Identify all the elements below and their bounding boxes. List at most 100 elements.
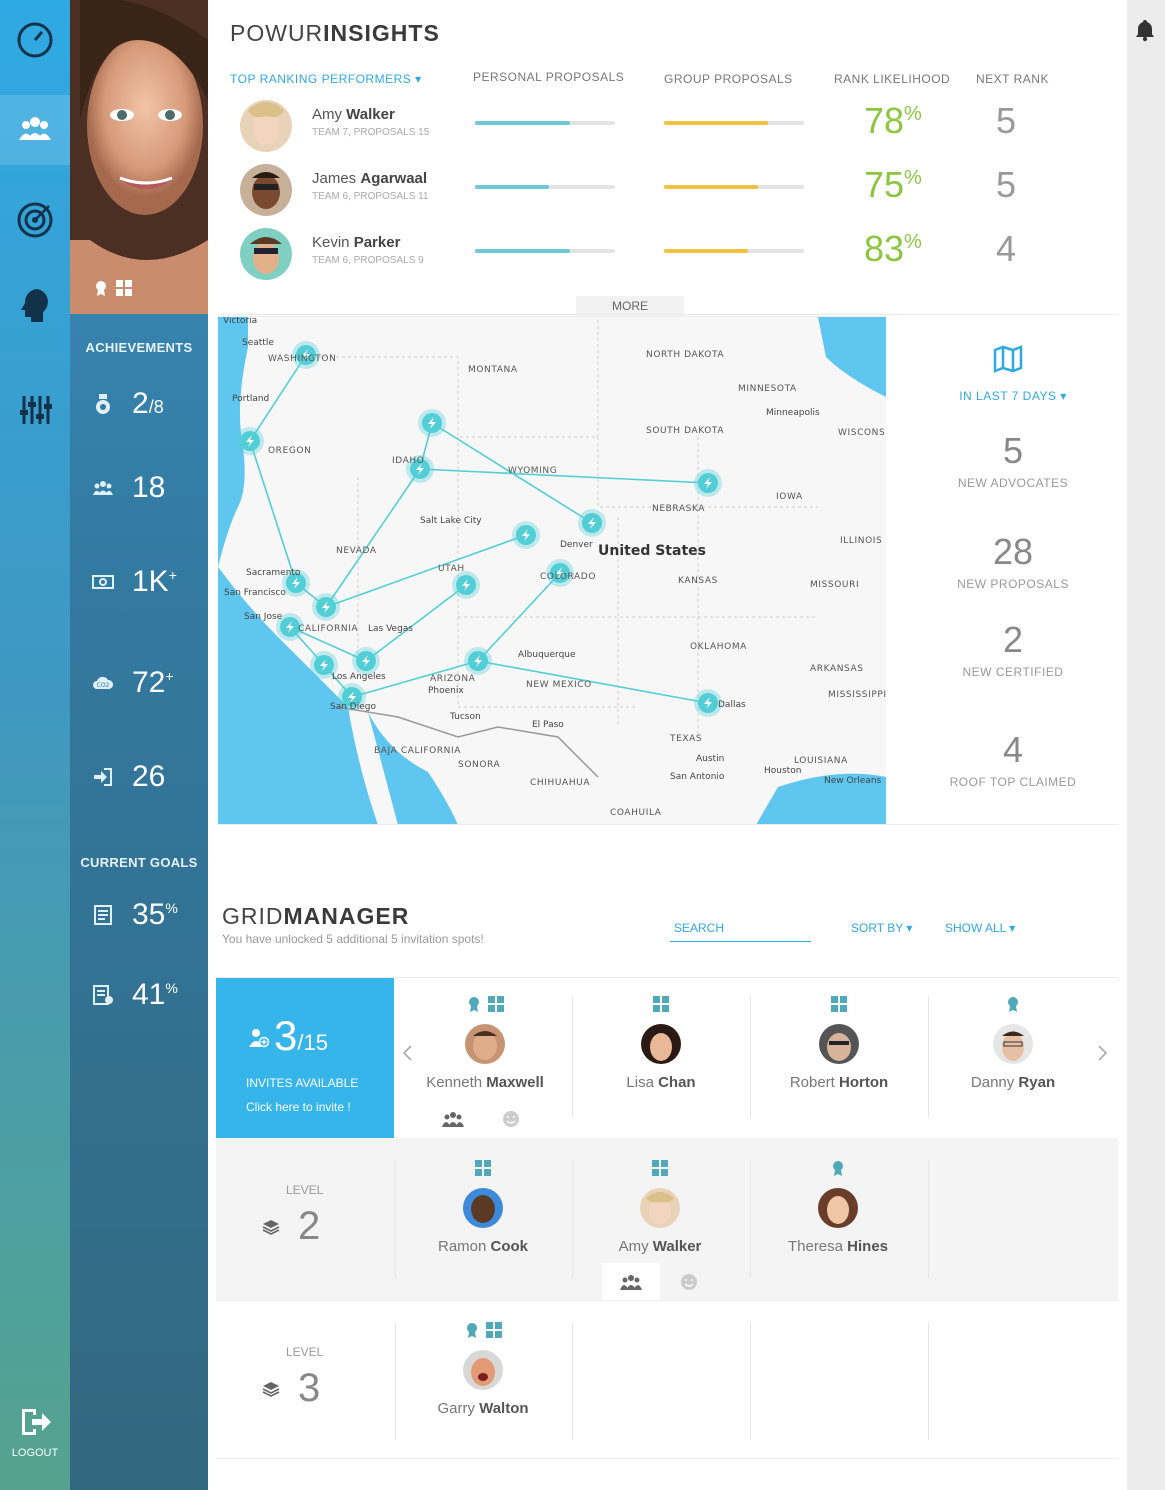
- team-nav[interactable]: [0, 95, 70, 165]
- achievement-money: 1K+: [90, 562, 208, 602]
- stats-panel: IN LAST 7 DAYS ▾ 5 NEW ADVOCATES 28 NEW …: [908, 316, 1118, 824]
- member-card[interactable]: Lisa Chan: [573, 996, 749, 1091]
- invite-link[interactable]: Click here to invite !: [246, 1100, 351, 1114]
- member-name: Garry Walton: [437, 1400, 529, 1417]
- map-node-bolt-icon[interactable]: [312, 593, 340, 621]
- show-all-dropdown[interactable]: SHOW ALL ▾: [945, 921, 1015, 935]
- award-icon: [833, 1161, 843, 1176]
- map-node-bolt-icon[interactable]: [464, 647, 492, 675]
- achievement-team: 18: [90, 468, 208, 508]
- member-card[interactable]: Robert Horton: [751, 996, 927, 1091]
- map-label: Victoria: [223, 317, 257, 326]
- member-name: Theresa Hines: [787, 1238, 889, 1255]
- invites-available-label: INVITES AVAILABLE: [246, 1076, 359, 1090]
- member-card[interactable]: Theresa Hines: [750, 1160, 926, 1255]
- sliders-icon: [20, 396, 52, 424]
- map-label: LOUISIANA: [794, 756, 848, 766]
- target-icon: [17, 202, 53, 238]
- achievement-money-value: 1K: [132, 565, 169, 598]
- team-icon: [442, 1112, 464, 1127]
- map-label: Salt Lake City: [420, 516, 482, 526]
- layers-icon: [262, 1220, 280, 1235]
- member-card[interactable]: Danny Ryan: [925, 996, 1101, 1091]
- head-icon: [21, 289, 48, 322]
- member-card[interactable]: Garry Walton: [395, 1322, 571, 1417]
- team-tab[interactable]: [602, 1263, 660, 1301]
- icon-rail: LOGOUT: [0, 0, 70, 1490]
- settings-nav[interactable]: [0, 375, 70, 445]
- performer-row[interactable]: Amy Walker TEAM 7, PROPOSALS 15 78% 5: [238, 100, 1098, 160]
- member-card[interactable]: Amy Walker: [572, 1160, 748, 1255]
- map-label: Austin: [696, 754, 724, 764]
- grid-icon: [486, 1322, 502, 1338]
- map-node-bolt-icon[interactable]: [418, 409, 446, 437]
- level3-block: LEVEL 3: [216, 1300, 394, 1460]
- member-name: Robert Horton: [789, 1074, 889, 1091]
- member-card[interactable]: Ramon Cook: [395, 1160, 571, 1255]
- sort-by-dropdown[interactable]: SORT BY ▾: [851, 921, 912, 935]
- avatar: [641, 1024, 681, 1064]
- achievement-co2-value: 72: [132, 666, 166, 699]
- map-node-bolt-icon[interactable]: [578, 509, 606, 537]
- logout-button[interactable]: LOGOUT: [0, 1405, 70, 1459]
- profile-photo[interactable]: [70, 0, 208, 314]
- avatar: [818, 1188, 858, 1228]
- advocate-map[interactable]: Victoria Seattle WASHINGTON MONTANA NORTH DA…: [218, 316, 886, 824]
- team-tab[interactable]: [424, 1100, 482, 1138]
- search-input[interactable]: SEARCH: [670, 920, 811, 942]
- group-proposals-bar: [664, 249, 804, 253]
- achievement-team-value: 18: [132, 471, 166, 504]
- col-rank-likelihood: RANK LIKELIHOOD: [834, 72, 951, 86]
- stat-value: 5: [1002, 430, 1024, 471]
- map-label: KANSAS: [678, 576, 718, 586]
- member-name: Amy Walker: [618, 1238, 702, 1255]
- stat-value: 4: [1002, 729, 1024, 770]
- invite-card[interactable]: 3/15 INVITES AVAILABLE Click here to inv…: [216, 978, 394, 1138]
- map-label: Phoenix: [428, 686, 464, 696]
- map-node-bolt-icon[interactable]: [512, 521, 540, 549]
- period-dropdown[interactable]: IN LAST 7 DAYS ▾: [908, 389, 1118, 403]
- map-node-bolt-icon[interactable]: [452, 571, 480, 599]
- performers-filter-dropdown[interactable]: TOP RANKING PERFORMERS ▾: [230, 72, 422, 86]
- document-icon: [94, 905, 112, 925]
- bell-icon[interactable]: [1133, 18, 1157, 42]
- map-label: Los Angeles: [332, 672, 386, 682]
- group-proposals-bar: [664, 185, 804, 189]
- avatar: [993, 1024, 1033, 1064]
- level-label: LEVEL: [286, 1183, 324, 1197]
- level1-tabs: [424, 1100, 540, 1138]
- map-node-bolt-icon[interactable]: [236, 427, 264, 455]
- avatar: [240, 100, 292, 152]
- map-label: UTAH: [438, 564, 465, 574]
- grid-icon: [116, 280, 132, 296]
- map-label: TEXAS: [669, 734, 702, 744]
- rank-likelihood-value: 75%: [864, 164, 922, 205]
- more-button[interactable]: MORE: [576, 296, 684, 316]
- member-card[interactable]: Kenneth Maxwell: [397, 996, 573, 1091]
- achievement-co2: CO2 72+: [90, 663, 208, 703]
- map-node-bolt-icon[interactable]: [694, 469, 722, 497]
- smiley-tab[interactable]: [660, 1263, 718, 1301]
- right-scrollbar[interactable]: [1127, 0, 1165, 1490]
- map-label: New Orleans: [824, 776, 882, 786]
- map-label: Dallas: [718, 700, 746, 710]
- map-label: ARIZONA: [430, 674, 476, 684]
- goals-nav[interactable]: [0, 185, 70, 255]
- map-label: Denver: [560, 540, 593, 550]
- stat-label: NEW PROPOSALS: [957, 577, 1069, 591]
- smiley-tab[interactable]: [482, 1100, 540, 1138]
- grid-icon: [488, 996, 504, 1012]
- performer-row[interactable]: Kevin Parker TEAM 6, PROPOSALS 9 83% 4: [238, 228, 1098, 288]
- performer-row[interactable]: James Agarwaal TEAM 6, PROPOSALS 11 75% …: [238, 164, 1098, 224]
- training-nav[interactable]: [0, 270, 70, 340]
- level2-block: LEVEL 2: [216, 1138, 394, 1300]
- map-node-bolt-icon[interactable]: [352, 647, 380, 675]
- speedometer-icon: [17, 22, 53, 58]
- divider: [218, 824, 1118, 825]
- rank-likelihood-value: 83%: [864, 228, 922, 269]
- dashboard-nav[interactable]: [0, 5, 70, 75]
- goal-contracts-pct: %: [165, 980, 178, 996]
- team-icon: [93, 481, 113, 495]
- level-number: 2: [298, 1204, 321, 1248]
- performer-team: TEAM 6, PROPOSALS 11: [312, 191, 429, 202]
